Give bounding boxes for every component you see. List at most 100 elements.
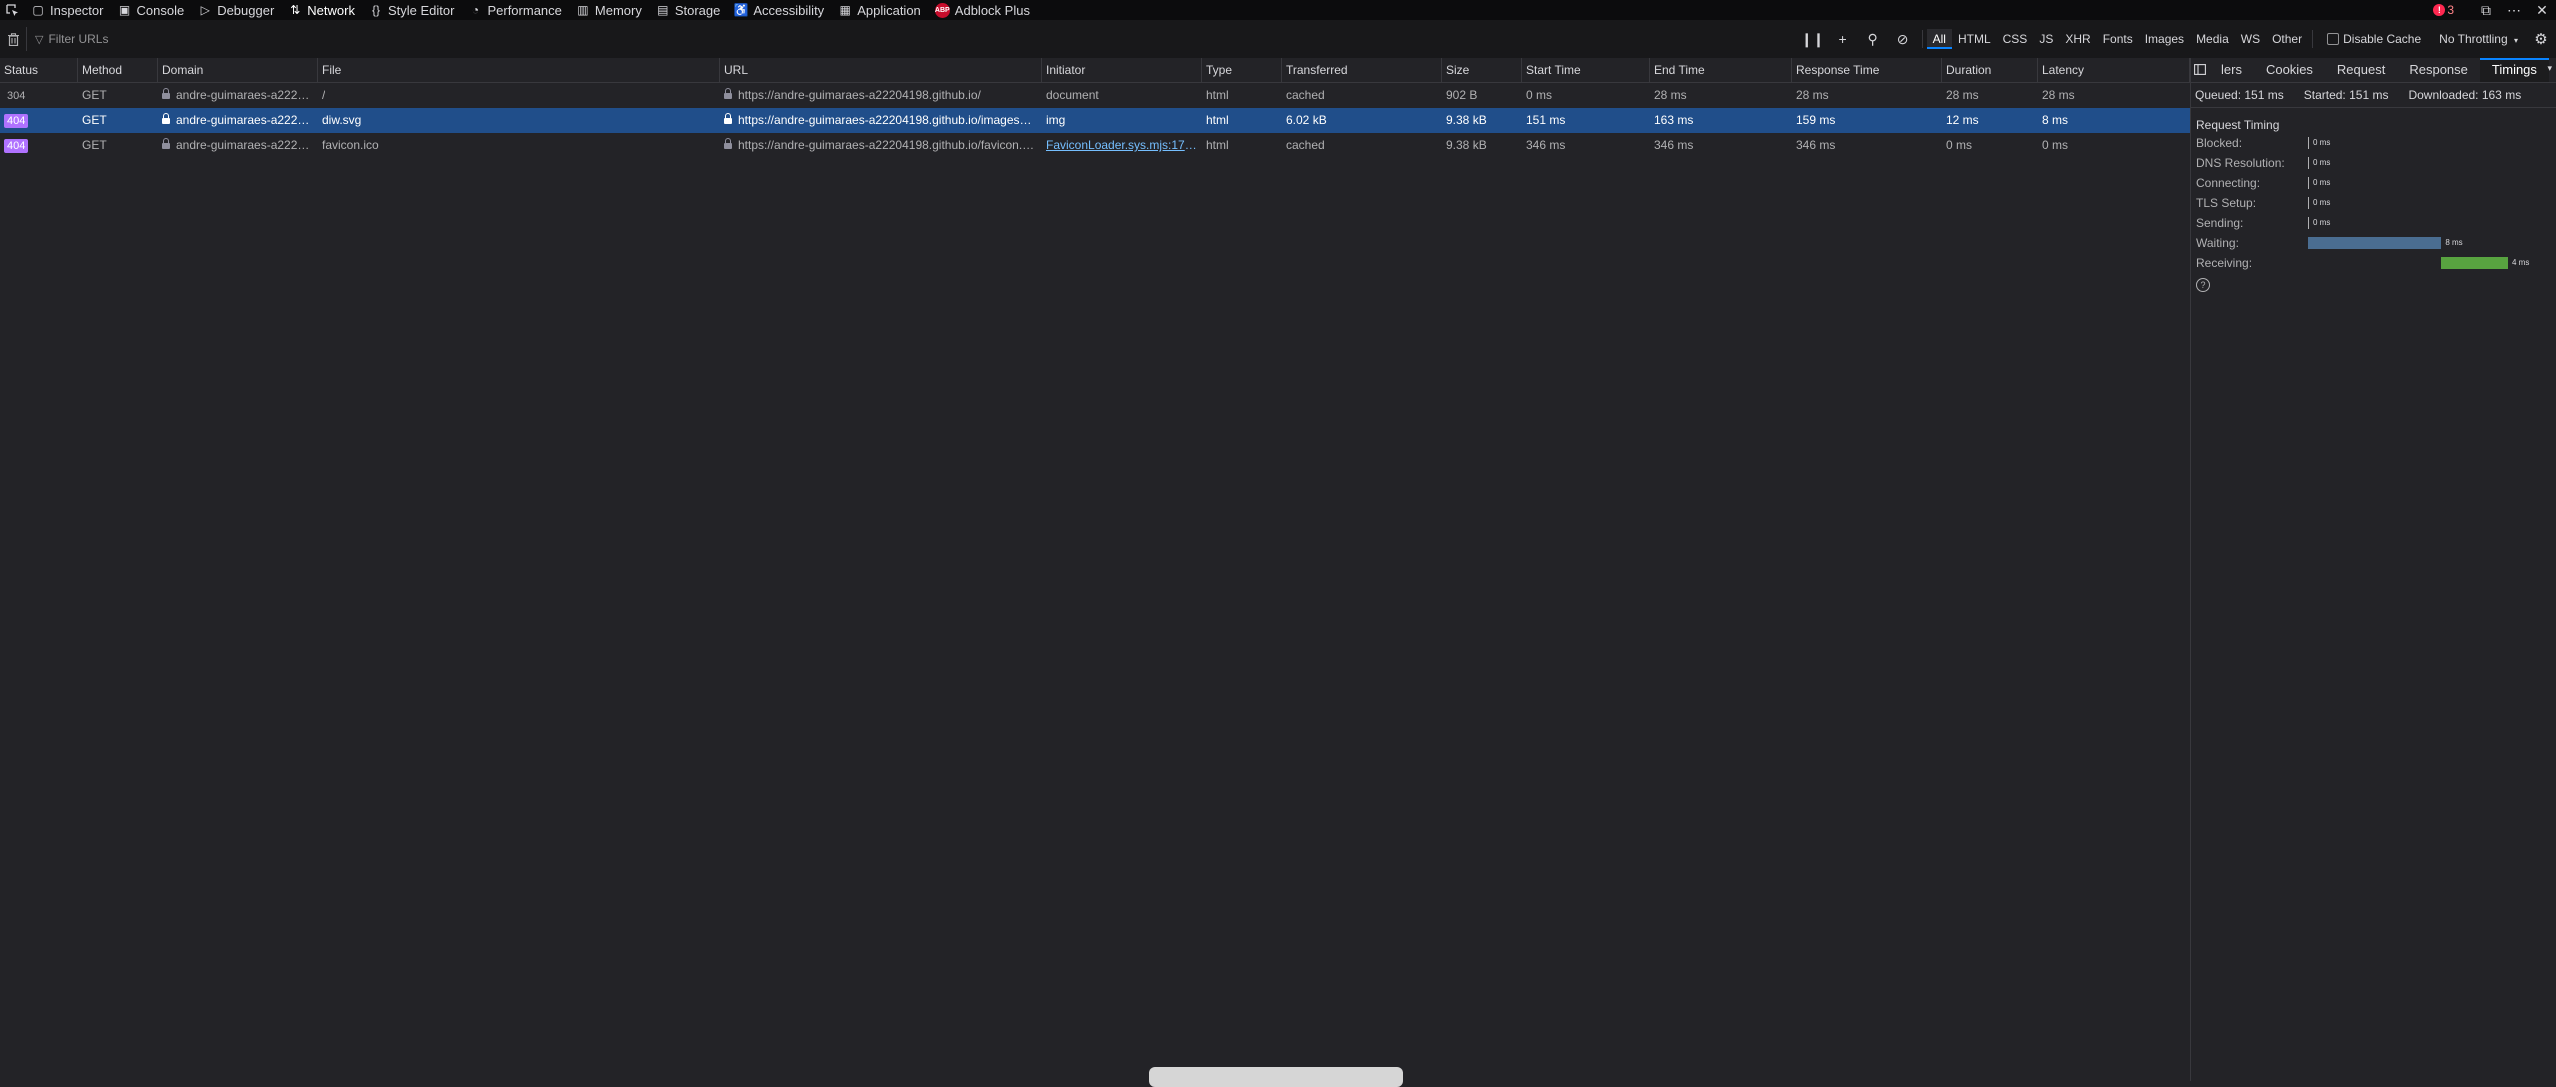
timing-row: Receiving: 4 ms	[2191, 253, 2556, 273]
lock-icon	[724, 113, 732, 125]
tab-network[interactable]: ⇅ Network	[281, 0, 362, 20]
column-header-end-time[interactable]: End Time	[1650, 58, 1792, 82]
file-text: favicon.ico	[322, 138, 379, 152]
add-request-button[interactable]: +	[1828, 31, 1858, 47]
cell-duration: 0 ms	[1942, 133, 2038, 158]
timing-value: 0 ms	[2313, 138, 2331, 147]
network-settings-button[interactable]: ⚙	[2526, 30, 2556, 48]
column-header-type[interactable]: Type	[1202, 58, 1282, 82]
request-timing-title: Request Timing	[2196, 118, 2280, 132]
tab-storage[interactable]: ▤ Storage	[649, 0, 728, 20]
cell-size: 902 B	[1442, 83, 1522, 108]
tab-console[interactable]: ▣ Console	[110, 0, 191, 20]
timing-label: TLS Setup:	[2196, 196, 2257, 210]
request-row[interactable]: 304 GET andre-guimaraes-a222… / https://andr…	[0, 83, 2190, 108]
dock-button[interactable]: ⧉	[2472, 2, 2500, 19]
timing-row: Blocked: 0 ms	[2191, 133, 2556, 153]
tab-inspector[interactable]: ▢ Inspector	[24, 0, 110, 20]
details-tab-timings[interactable]: Timings	[2479, 58, 2549, 82]
details-tab-request[interactable]: Request	[2325, 58, 2397, 82]
column-header-url[interactable]: URL	[720, 58, 1042, 82]
cell-duration: 28 ms	[1942, 83, 2038, 108]
timing-value: 0 ms	[2313, 198, 2331, 207]
filter-type-xhr[interactable]: XHR	[2059, 29, 2096, 49]
column-header-domain[interactable]: Domain	[158, 58, 318, 82]
details-tab-cookies[interactable]: Cookies	[2254, 58, 2325, 82]
filter-type-js[interactable]: JS	[2033, 29, 2059, 49]
close-devtools-button[interactable]: ✕	[2528, 2, 2556, 19]
domain-text: andre-guimaraes-a222…	[176, 113, 310, 127]
more-options-button[interactable]: ⋯	[2500, 2, 2528, 19]
filter-type-fonts[interactable]: Fonts	[2097, 29, 2139, 49]
error-count-badge[interactable]: ! 3	[2433, 3, 2454, 17]
filter-type-other[interactable]: Other	[2266, 29, 2308, 49]
column-header-transferred[interactable]: Transferred	[1282, 58, 1442, 82]
cell-status: 404	[0, 108, 78, 133]
block-button[interactable]: ⊘	[1888, 31, 1918, 48]
clear-requests-button[interactable]	[0, 32, 26, 46]
column-header-file[interactable]: File	[318, 58, 720, 82]
tab-performance[interactable]: ◔ Performance	[461, 0, 568, 20]
search-button[interactable]: ⚲	[1858, 31, 1888, 48]
tab-application[interactable]: ▦ Application	[831, 0, 928, 20]
timing-bar	[2308, 217, 2309, 229]
filter-type-all[interactable]: All	[1926, 29, 1952, 49]
cell-end: 163 ms	[1650, 108, 1792, 133]
status-badge: 304	[7, 89, 26, 102]
timing-bar	[2441, 257, 2508, 269]
initiator-text[interactable]: FaviconLoader.sys.mjs:175…	[1046, 133, 1198, 158]
request-row[interactable]: 404 GET andre-guimaraes-a222… diw.svg https:…	[0, 108, 2190, 133]
separator	[1921, 30, 1923, 48]
application-icon: ▦	[839, 3, 851, 17]
timing-row: Waiting: 8 ms	[2191, 233, 2556, 253]
details-tab-lers[interactable]: lers	[2209, 58, 2254, 82]
filter-urls-input[interactable]: ▽ Filter URLs	[26, 27, 1798, 51]
tab-accessibility[interactable]: ♿ Accessibility	[727, 0, 831, 20]
column-header-status[interactable]: Status	[0, 58, 78, 82]
collapse-panel-button[interactable]	[2191, 63, 2209, 78]
cell-response: 28 ms	[1792, 83, 1942, 108]
cell-type: html	[1202, 133, 1282, 158]
column-header-duration[interactable]: Duration	[1942, 58, 2038, 82]
column-header-start-time[interactable]: Start Time	[1522, 58, 1650, 82]
start-text: 151 ms	[1526, 113, 1566, 127]
timing-value: 4 ms	[2512, 258, 2530, 267]
status-badge: 404	[4, 138, 29, 153]
storage-icon: ▤	[657, 3, 669, 17]
request-details-panel: lers Cookies Request Response Timings ▾ Queu…	[2190, 58, 2556, 1081]
tabs-overflow-icon[interactable]: ▾	[2547, 58, 2552, 78]
debugger-icon: ▷	[200, 3, 210, 17]
filter-type-media[interactable]: Media	[2190, 29, 2235, 49]
accessibility-icon: ♿	[733, 3, 749, 17]
pause-button[interactable]: ❙❙	[1798, 31, 1828, 48]
tab-label: Debugger	[217, 2, 275, 18]
request-row[interactable]: 404 GET andre-guimaraes-a222… favicon.ico ht…	[0, 133, 2190, 158]
lock-icon	[162, 138, 170, 150]
column-header-initiator[interactable]: Initiator	[1042, 58, 1202, 82]
column-header-method[interactable]: Method	[78, 58, 158, 82]
disable-cache-checkbox[interactable]: Disable Cache	[2317, 32, 2431, 46]
tab-adblock-plus[interactable]: ABP Adblock Plus	[928, 0, 1037, 20]
filter-type-css[interactable]: CSS	[1997, 29, 2034, 49]
column-header-size[interactable]: Size	[1442, 58, 1522, 82]
column-header-response-time[interactable]: Response Time	[1792, 58, 1942, 82]
filter-type-html[interactable]: HTML	[1952, 29, 1997, 49]
filter-type-images[interactable]: Images	[2139, 29, 2190, 49]
details-tab-response[interactable]: Response	[2397, 58, 2480, 82]
cell-size: 9.38 kB	[1442, 108, 1522, 133]
horizontal-scrollbar-thumb[interactable]	[1149, 1067, 1403, 1087]
tab-style-editor[interactable]: {} Style Editor	[362, 0, 461, 20]
throttling-select[interactable]: No Throttling ▾	[2431, 32, 2526, 46]
type-text: html	[1206, 113, 1229, 127]
element-picker-button[interactable]	[0, 0, 24, 20]
cell-response: 346 ms	[1792, 133, 1942, 158]
filter-type-ws[interactable]: WS	[2235, 29, 2266, 49]
column-header-latency[interactable]: Latency	[2038, 58, 2190, 82]
checkbox-box	[2327, 33, 2340, 45]
adblock-plus-icon: ABP	[934, 2, 950, 18]
tab-debugger[interactable]: ▷ Debugger	[191, 0, 281, 20]
help-icon[interactable]: ?	[2196, 278, 2210, 292]
tab-memory[interactable]: ▥ Memory	[569, 0, 649, 20]
transferred-text: cached	[1286, 88, 1325, 102]
dock-icon: ⧉	[2481, 1, 2491, 18]
